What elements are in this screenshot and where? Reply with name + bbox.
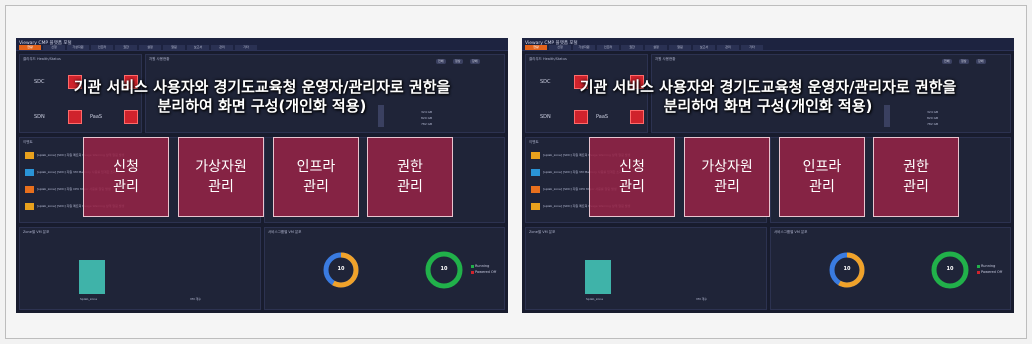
zone-vm-title: Zone별 VM 분포: [23, 230, 50, 234]
ring1-value: 10: [843, 266, 851, 272]
zone-vm-card: Zone별 VM 분포 Splab_zone VM 개수: [525, 227, 767, 310]
tab-request[interactable]: 신청: [549, 45, 571, 50]
event-card-title: 이벤트: [529, 140, 539, 144]
legend-poweroff: Powered Off: [977, 270, 1002, 274]
top-navigation-bar: Viewary CMP 플랫폼 포털 현황 신청 가상자원 인프라 권한 설정 …: [16, 38, 508, 51]
tab-etc[interactable]: 기타: [741, 45, 763, 50]
tab-settings[interactable]: 설정: [139, 45, 161, 50]
tab-infra[interactable]: 인프라: [91, 45, 113, 50]
zone-vm-bar[interactable]: [585, 260, 611, 294]
legend-running-label: Running: [981, 264, 996, 268]
permission-management-box[interactable]: 권한 관리: [367, 137, 453, 217]
service-vm-card: 서비스그룹별 VM 분포 10 10 Running Powered Off: [770, 227, 1011, 310]
legend-running-label: Running: [475, 264, 490, 268]
virtual-resource-management-label: 가상자원 관리: [701, 159, 753, 195]
event-badge-4: [25, 203, 34, 210]
overlay-headline-line1: 기관 서비스 사용자와 경기도교육청 운영자/관리자로 권한을: [579, 78, 957, 96]
infra-management-box[interactable]: 인프라 관리: [273, 137, 359, 217]
tab-virtual[interactable]: 가상자원: [573, 45, 595, 50]
service-vm-title: 서비스그룹별 VM 분포: [774, 230, 808, 234]
legend-running: Running: [471, 264, 489, 268]
storage-value-3: 782 GB: [927, 122, 939, 126]
service-vm-card: 서비스그룹별 VM 분포 10 10 Running Powered Off: [264, 227, 505, 310]
event-badge-1: [531, 152, 540, 159]
tab-settings[interactable]: 설정: [645, 45, 667, 50]
tab-etc[interactable]: 기타: [235, 45, 257, 50]
filter-chip-2[interactable]: 정상: [453, 59, 463, 64]
zone-vm-card: Zone별 VM 분포 Splab_zone VM 개수: [19, 227, 261, 310]
storage-value-3: 782 GB: [421, 122, 433, 126]
event-badge-2: [25, 169, 34, 176]
vm-card-title: 자원 사용현황: [655, 57, 676, 61]
top-navigation-bar: Viewary CMP 플랫폼 포털 현황 신청 가상자원 인프라 권한 설정 …: [522, 38, 1014, 51]
tab-manage[interactable]: 관리: [717, 45, 739, 50]
tab-virtual[interactable]: 가상자원: [67, 45, 89, 50]
main-tabs: 현황 신청 가상자원 인프라 권한 설정 알림 보고서 관리 기타: [19, 45, 257, 50]
tab-request[interactable]: 신청: [43, 45, 65, 50]
virtual-resource-management-box[interactable]: 가상자원 관리: [178, 137, 264, 217]
request-management-label: 신청 관리: [619, 159, 645, 195]
event-card-title: 이벤트: [23, 140, 33, 144]
zone-bottom-label: VM 개수: [190, 297, 202, 301]
zone-bottom-label: VM 개수: [696, 297, 708, 301]
legend-running: Running: [977, 264, 995, 268]
request-management-box[interactable]: 신청 관리: [589, 137, 675, 217]
event-badge-2: [531, 169, 540, 176]
main-tabs: 현황 신청 가상자원 인프라 권한 설정 알림 보고서 관리 기타: [525, 45, 763, 50]
zone-bar-label: Splab_zone: [80, 297, 98, 301]
infra-management-label: 인프라 관리: [296, 159, 336, 195]
overlay-headline: 기관 서비스 사용자와 경기도교육청 운영자/관리자로 권한을 분리하여 화면 …: [16, 78, 508, 116]
service-vm-title: 서비스그룹별 VM 분포: [268, 230, 302, 234]
zone-bar-label: Splab_zone: [586, 297, 604, 301]
ring2-value: 10: [440, 266, 448, 272]
request-management-box[interactable]: 신청 관리: [83, 137, 169, 217]
infra-management-label: 인프라 관리: [802, 159, 842, 195]
permission-management-label: 권한 관리: [397, 159, 423, 195]
zone-vm-bar[interactable]: [79, 260, 105, 294]
ring1-value: 10: [337, 266, 345, 272]
filter-chip-2[interactable]: 정상: [959, 59, 969, 64]
overlay-headline-line2: 분리하여 화면 구성(개인화 적용): [663, 97, 873, 115]
health-card-title: 클라우드 Health/Status: [23, 57, 61, 61]
filter-chip-3[interactable]: 장애: [976, 59, 986, 64]
vm-card-title: 자원 사용현황: [149, 57, 170, 61]
permission-management-label: 권한 관리: [903, 159, 929, 195]
infra-management-box[interactable]: 인프라 관리: [779, 137, 865, 217]
tab-alert[interactable]: 알림: [163, 45, 185, 50]
tab-report[interactable]: 보고서: [693, 45, 715, 50]
legend-poweroff-label: Powered Off: [475, 270, 497, 274]
overlay-headline-line2: 분리하여 화면 구성(개인화 적용): [157, 97, 367, 115]
filter-chip-3[interactable]: 장애: [470, 59, 480, 64]
virtual-resource-management-label: 가상자원 관리: [195, 159, 247, 195]
dashboard-screenshot-right: Viewary CMP 플랫폼 포털 현황 신청 가상자원 인프라 권한 설정 …: [522, 38, 1014, 313]
permission-management-box[interactable]: 권한 관리: [873, 137, 959, 217]
health-card-title: 클라우드 Health/Status: [529, 57, 567, 61]
tab-permission[interactable]: 권한: [115, 45, 137, 50]
tab-infra[interactable]: 인프라: [597, 45, 619, 50]
overlay-headline-line1: 기관 서비스 사용자와 경기도교육청 운영자/관리자로 권한을: [73, 78, 451, 96]
legend-poweroff: Powered Off: [471, 270, 496, 274]
zone-vm-title: Zone별 VM 분포: [529, 230, 556, 234]
tab-dashboard[interactable]: 현황: [19, 45, 41, 50]
event-badge-3: [25, 186, 34, 193]
ring2-value: 10: [946, 266, 954, 272]
filter-chip-all[interactable]: 전체: [436, 59, 446, 64]
dashboard-screenshot-left: Viewary CMP 플랫폼 포털 현황 신청 가상자원 인프라 권한 설정 …: [16, 38, 508, 313]
tab-permission[interactable]: 권한: [621, 45, 643, 50]
tab-alert[interactable]: 알림: [669, 45, 691, 50]
filter-chip-all[interactable]: 전체: [942, 59, 952, 64]
virtual-resource-management-box[interactable]: 가상자원 관리: [684, 137, 770, 217]
overlay-headline: 기관 서비스 사용자와 경기도교육청 운영자/관리자로 권한을 분리하여 화면 …: [522, 78, 1014, 116]
request-management-label: 신청 관리: [113, 159, 139, 195]
event-badge-3: [531, 186, 540, 193]
event-badge-1: [25, 152, 34, 159]
tab-report[interactable]: 보고서: [187, 45, 209, 50]
storage-value-2: 820 GB: [927, 116, 939, 120]
storage-value-2: 820 GB: [421, 116, 433, 120]
legend-poweroff-label: Powered Off: [981, 270, 1003, 274]
event-badge-4: [531, 203, 540, 210]
tab-manage[interactable]: 관리: [211, 45, 233, 50]
tab-dashboard[interactable]: 현황: [525, 45, 547, 50]
